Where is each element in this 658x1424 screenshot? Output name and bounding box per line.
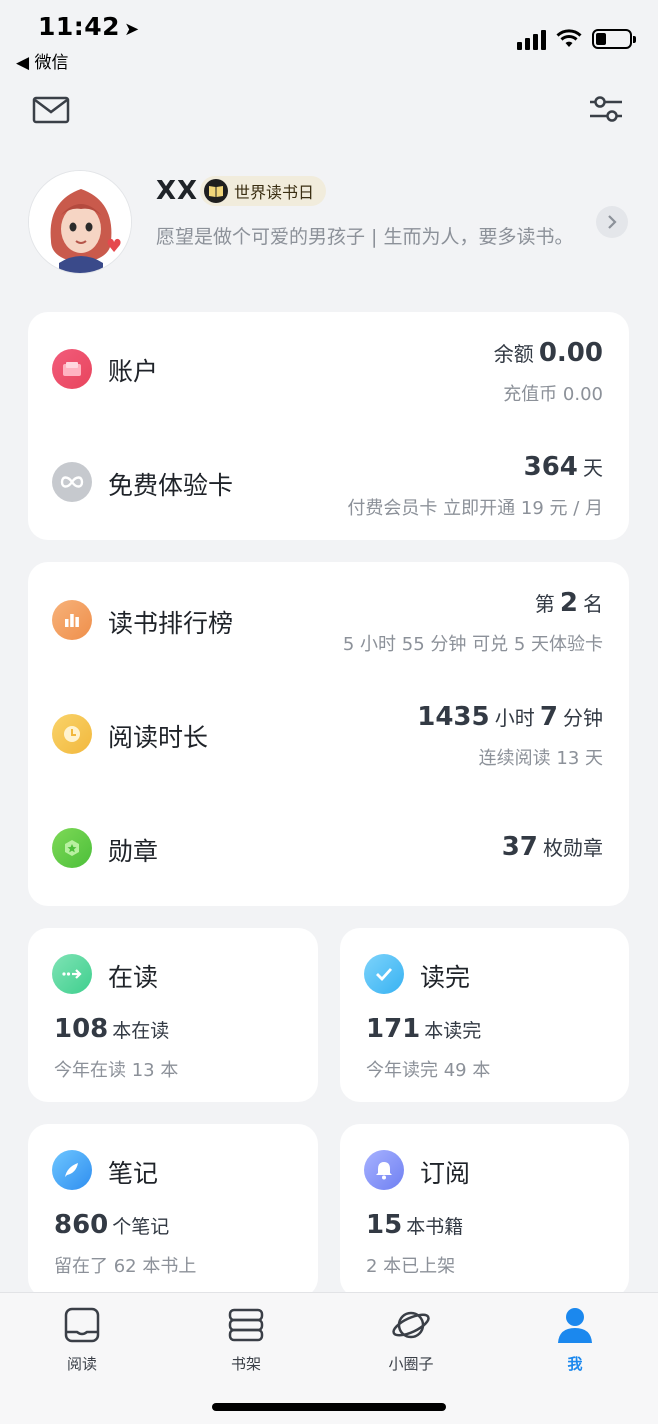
tab-read-label: 阅读 <box>66 1355 97 1373</box>
reading-stats-card: 读书排行榜 第 2 名 5 小时 55 分钟 可兑 5 天体验卡 阅读时长 14… <box>28 562 629 906</box>
reading-minutes: 7 <box>539 702 558 732</box>
profile-chevron-right-icon[interactable] <box>596 206 628 238</box>
tab-circle-label: 小圈子 <box>388 1355 434 1373</box>
balance-value: 0.00 <box>538 338 603 368</box>
medals-values: 37 枚勋章 <box>502 832 603 862</box>
notes-count: 860 <box>54 1210 109 1240</box>
battery-icon <box>592 29 636 49</box>
arrow-right-icon <box>52 954 92 994</box>
infinity-icon <box>52 462 92 502</box>
medals-row[interactable]: 勋章 37 枚勋章 <box>28 792 629 906</box>
tab-me-label: 我 <box>567 1355 583 1373</box>
tab-me[interactable]: 我 <box>525 1303 625 1374</box>
planet-icon <box>361 1303 461 1347</box>
finished-count: 171 <box>366 1014 421 1044</box>
reading-now-title: 在读 <box>108 963 159 992</box>
wallet-icon <box>52 349 92 389</box>
user-name: XX <box>156 176 199 206</box>
reading-hours: 1435 <box>417 702 490 732</box>
trial-days-unit: 天 <box>583 456 603 480</box>
tab-read[interactable]: 阅读 <box>32 1303 132 1374</box>
minutes-unit: 分钟 <box>563 706 603 730</box>
mail-icon[interactable] <box>32 96 70 128</box>
avatar[interactable] <box>28 170 132 274</box>
rank-prefix: 第 <box>534 592 555 616</box>
rank-value: 2 <box>559 588 578 618</box>
account-values: 余额 0.00 充值币 0.00 <box>494 338 603 406</box>
reading-time-row[interactable]: 阅读时长 1435 小时 7 分钟 连续阅读 13 天 <box>28 676 629 792</box>
reading-streak: 连续阅读 13 天 <box>478 748 603 769</box>
account-title: 账户 <box>108 357 159 386</box>
subscription-unit: 本书籍 <box>406 1216 464 1238</box>
notes-sub: 留在了 62 本书上 <box>54 1256 197 1277</box>
trial-days: 364 <box>523 452 578 482</box>
settings-sliders-icon[interactable] <box>588 94 624 128</box>
clock: 11:42 ➤ <box>38 12 140 41</box>
hours-unit: 小时 <box>494 706 535 730</box>
person-icon <box>525 1303 625 1347</box>
bookshelf-icon <box>196 1303 296 1347</box>
check-icon <box>364 954 404 994</box>
feather-icon <box>52 1150 92 1190</box>
medal-icon <box>52 828 92 868</box>
back-to-app-link[interactable]: ◀ 微信 <box>16 48 68 73</box>
status-bar: 11:42 ➤ ◀ 微信 <box>0 0 658 78</box>
coins-label: 充值币 <box>503 384 558 405</box>
trial-card-title: 免费体验卡 <box>108 471 234 500</box>
ranking-title: 读书排行榜 <box>108 609 234 638</box>
subscription-title: 订阅 <box>420 1159 471 1188</box>
account-row[interactable]: 账户 余额 0.00 充值币 0.00 <box>28 312 629 426</box>
reading-now-sub: 今年在读 13 本 <box>54 1060 179 1081</box>
ranking-sub: 5 小时 55 分钟 可兑 5 天体验卡 <box>342 634 603 655</box>
reading-time-title: 阅读时长 <box>108 723 209 752</box>
heart-icon: ♥ <box>106 236 123 257</box>
status-icons <box>517 26 636 52</box>
notes-unit: 个笔记 <box>112 1216 170 1238</box>
medals-title: 勋章 <box>108 837 159 866</box>
medals-unit: 枚勋章 <box>543 836 603 860</box>
subscription-sub: 2 本已上架 <box>366 1256 456 1277</box>
reading-now-unit: 本在读 <box>112 1020 170 1042</box>
ranking-row[interactable]: 读书排行榜 第 2 名 5 小时 55 分钟 可兑 5 天体验卡 <box>28 562 629 676</box>
location-arrow-icon: ➤ <box>124 19 140 40</box>
finished-sub: 今年读完 49 本 <box>366 1060 491 1081</box>
trial-card-row[interactable]: 免费体验卡 364 天 付费会员卡 立即开通 19 元 / 月 <box>28 426 629 540</box>
user-bio: 愿望是做个可爱的男孩子 | 生而为人，要多读书。 <box>156 226 574 248</box>
reading-now-count: 108 <box>54 1014 109 1044</box>
reading-now-card[interactable]: 在读 108 本在读 今年在读 13 本 <box>28 928 318 1102</box>
profile-header[interactable]: ♥ XX 世界读书日 愿望是做个可爱的男孩子 | 生而为人，要多读书。 <box>28 170 628 280</box>
cellular-signal-icon <box>517 28 546 50</box>
tab-bookshelf[interactable]: 书架 <box>196 1303 296 1374</box>
finished-unit: 本读完 <box>424 1020 482 1042</box>
coins-value: 0.00 <box>562 384 603 405</box>
tab-circle[interactable]: 小圈子 <box>361 1303 461 1374</box>
wifi-icon <box>556 29 582 47</box>
notes-card[interactable]: 笔记 860 个笔记 留在了 62 本书上 <box>28 1124 318 1298</box>
notes-title: 笔记 <box>108 1159 159 1188</box>
book-icon <box>32 1303 132 1347</box>
ranking-values: 第 2 名 5 小时 55 分钟 可兑 5 天体验卡 <box>343 588 603 656</box>
clock-icon <box>52 714 92 754</box>
medals-count: 37 <box>501 832 538 862</box>
open-book-icon <box>204 179 228 203</box>
subscription-card[interactable]: 订阅 15 本书籍 2 本已上架 <box>340 1124 629 1298</box>
trial-card-values: 364 天 付费会员卡 立即开通 19 元 / 月 <box>347 452 603 520</box>
event-badge[interactable]: 世界读书日 <box>200 176 327 206</box>
account-card: 账户 余额 0.00 充值币 0.00 免费体验卡 364 天 付费会员卡 立即… <box>28 312 629 540</box>
top-actions <box>0 86 658 136</box>
membership-offer[interactable]: 付费会员卡 立即开通 19 元 / 月 <box>347 494 603 520</box>
home-indicator[interactable] <box>212 1403 446 1411</box>
bar-chart-icon <box>52 600 92 640</box>
reading-time-values: 1435 小时 7 分钟 连续阅读 13 天 <box>417 702 603 770</box>
finished-card[interactable]: 读完 171 本读完 今年读完 49 本 <box>340 928 629 1102</box>
balance-label: 余额 <box>493 342 534 366</box>
bell-icon <box>364 1150 404 1190</box>
event-badge-label: 世界读书日 <box>234 183 315 202</box>
finished-title: 读完 <box>420 963 471 992</box>
tab-bookshelf-label: 书架 <box>230 1355 261 1373</box>
subscription-count: 15 <box>366 1210 403 1240</box>
rank-suffix: 名 <box>583 592 603 616</box>
